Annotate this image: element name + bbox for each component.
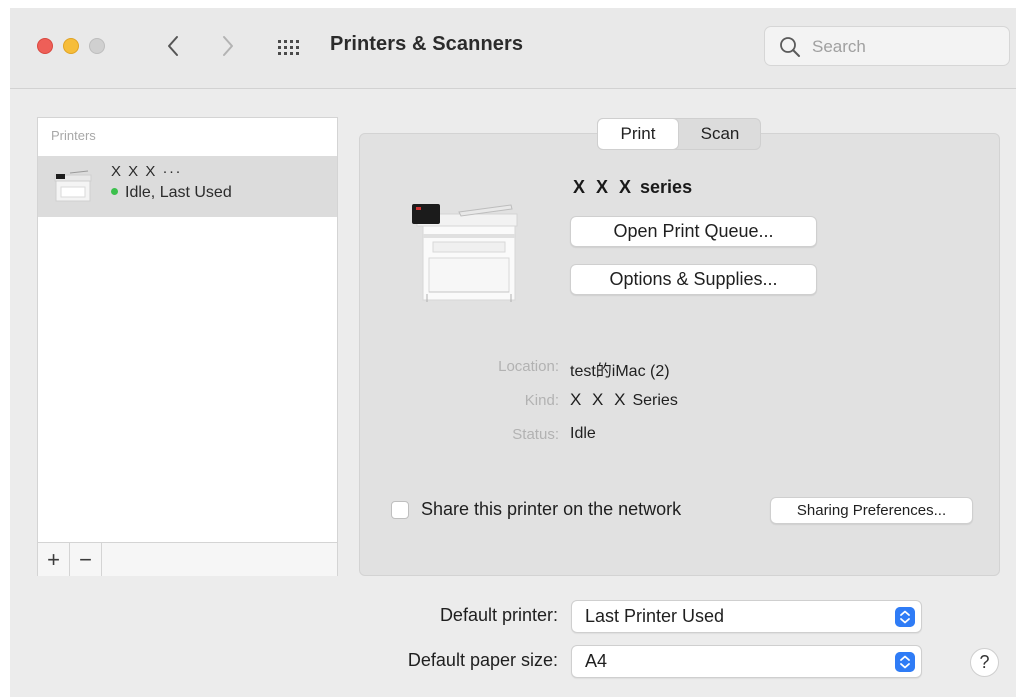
popup-arrows-icon (895, 607, 915, 627)
kind-label: Kind: (524, 392, 559, 409)
forward-chevron-icon (223, 36, 233, 56)
printer-title-suffix: series (640, 177, 693, 197)
search-icon (780, 37, 800, 57)
window: Printers & Scanners Search Printers X X … (10, 8, 1016, 697)
options-supplies-button[interactable]: Options & Supplies... (570, 264, 817, 295)
status-dot-icon (111, 188, 118, 195)
location-value: test的iMac (2) (570, 363, 670, 380)
printer-list-item[interactable]: X X X ··· Idle, Last Used (38, 156, 337, 217)
printer-name: X X X ··· (111, 163, 183, 180)
default-paper-size-value: A4 (585, 651, 608, 671)
kind-value: X X X Series (570, 390, 678, 410)
window-title: Printers & Scanners (330, 33, 524, 55)
kind-value-suffix: Series (632, 392, 678, 409)
default-printer-label: Default printer: (439, 605, 558, 625)
list-footer: + − (38, 542, 337, 576)
default-paper-size-popup[interactable]: A4 (571, 645, 922, 678)
zoom-button (89, 38, 105, 54)
tab-scan[interactable]: Scan (680, 119, 760, 149)
printer-image-icon (412, 204, 518, 302)
remove-printer-button[interactable]: − (70, 543, 102, 576)
help-button[interactable]: ? (970, 648, 999, 677)
status-value: Idle (570, 425, 596, 442)
search-placeholder: Search (812, 37, 866, 56)
back-button[interactable] (160, 30, 186, 62)
status-label: Status: (512, 426, 559, 443)
minimize-button[interactable] (63, 38, 79, 54)
add-printer-button[interactable]: + (38, 543, 70, 576)
print-scan-segmented-control: Print Scan (597, 118, 761, 150)
location-label: Location: (498, 358, 559, 375)
printer-status: Idle, Last Used (111, 184, 232, 202)
share-printer-checkbox[interactable] (391, 501, 409, 519)
tab-print[interactable]: Print (598, 119, 678, 149)
printers-list: Printers X X X ··· Idle, Last Used + − (37, 117, 338, 576)
open-print-queue-button[interactable]: Open Print Queue... (570, 216, 817, 247)
printer-status-text: Idle, Last Used (125, 184, 232, 201)
printers-list-header: Printers (51, 128, 96, 143)
default-paper-size-label: Default paper size: (407, 650, 558, 670)
grid-icon (278, 40, 299, 55)
printer-icon (54, 170, 92, 202)
default-printer-popup[interactable]: Last Printer Used (571, 600, 922, 633)
forward-button[interactable] (215, 30, 241, 62)
close-button[interactable] (37, 38, 53, 54)
share-printer-label[interactable]: Share this printer on the network (421, 499, 681, 520)
printer-title: X X Xseries (573, 177, 692, 198)
show-all-button[interactable] (276, 33, 304, 61)
kind-value-prefix: X X X (570, 390, 629, 409)
printer-title-prefix: X X X (573, 177, 635, 197)
default-printer-value: Last Printer Used (585, 606, 725, 626)
sharing-preferences-button[interactable]: Sharing Preferences... (770, 497, 973, 524)
back-chevron-icon (168, 36, 178, 56)
title-bar: Printers & Scanners Search (10, 8, 1016, 89)
popup-arrows-icon (895, 652, 915, 672)
search-field[interactable]: Search (764, 26, 1010, 66)
